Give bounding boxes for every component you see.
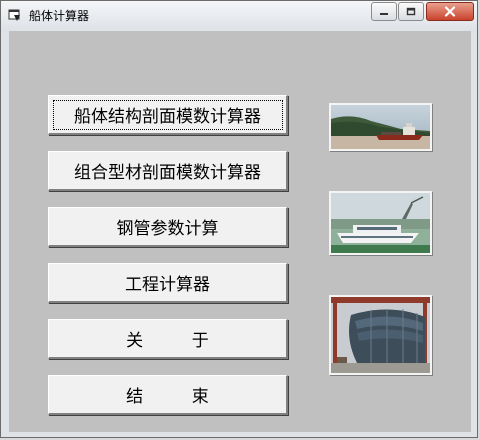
maximize-icon xyxy=(406,7,416,16)
maximize-button[interactable] xyxy=(398,2,424,21)
app-window-icon xyxy=(8,9,20,21)
exit-button[interactable]: 结 束 xyxy=(48,375,288,415)
section-modulus-calculator-button[interactable]: 船体结构剖面模数计算器 xyxy=(48,95,288,135)
exit-button-label: 结 束 xyxy=(126,387,209,407)
about-button[interactable]: 关 于 xyxy=(48,319,288,359)
about-button-label: 关 于 xyxy=(126,331,209,351)
ferry-photo xyxy=(329,191,432,255)
cargo-ship-photo xyxy=(329,103,432,151)
close-icon xyxy=(444,6,456,17)
window-title: 船体计算器 xyxy=(29,9,90,23)
composite-profile-calculator-button[interactable]: 组合型材剖面模数计算器 xyxy=(48,151,288,191)
minimize-icon xyxy=(380,12,388,15)
main-panel: 船体结构剖面模数计算器 组合型材剖面模数计算器 钢管参数计算 工程计算器 关 于… xyxy=(9,31,471,432)
engineering-calculator-button[interactable]: 工程计算器 xyxy=(48,263,288,303)
close-button[interactable] xyxy=(426,2,474,21)
steel-pipe-calculator-button[interactable]: 钢管参数计算 xyxy=(48,207,288,247)
title-bar[interactable]: 船体计算器 xyxy=(1,1,477,29)
hull-construction-photo xyxy=(329,295,432,375)
main-window: 船体计算器 船体结构剖面模数计算器 组合型材剖面模数计算器 钢管参数计算 工程计… xyxy=(0,0,478,438)
minimize-button[interactable] xyxy=(371,2,397,21)
